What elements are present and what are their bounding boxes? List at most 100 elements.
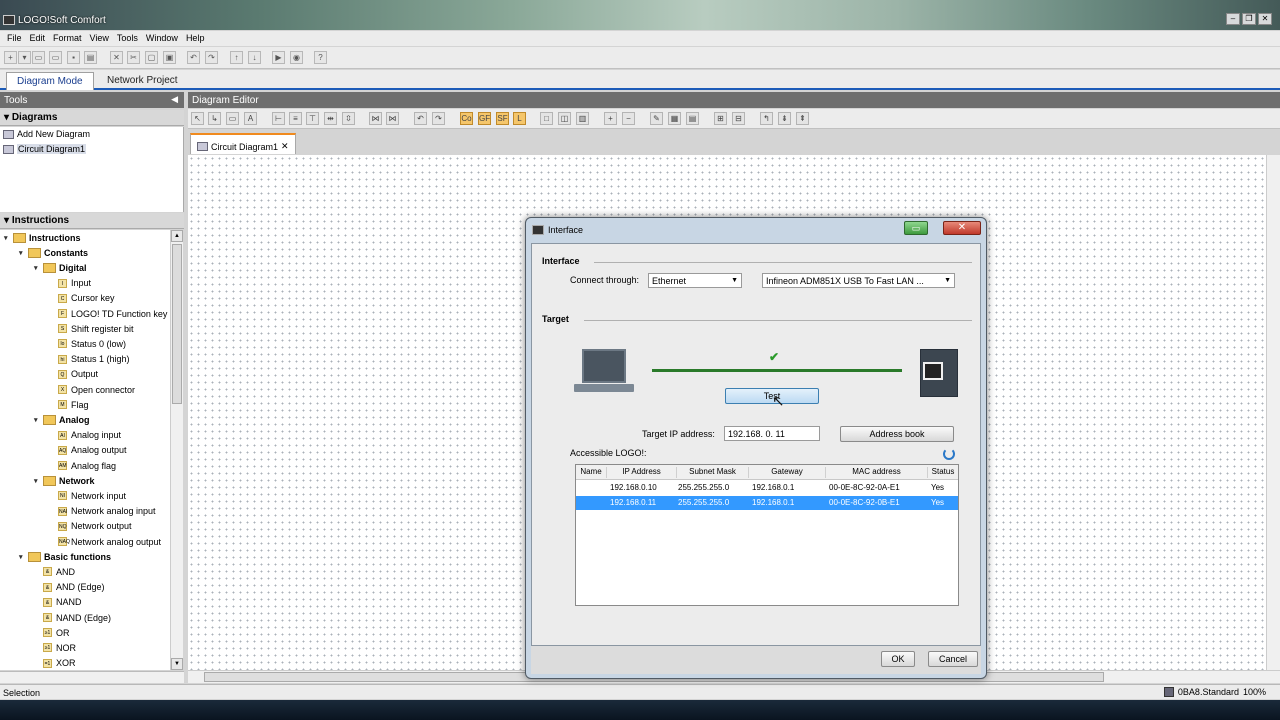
minimize-icon[interactable]: – xyxy=(1226,13,1240,25)
tree-folder[interactable]: ▾ Constants xyxy=(19,245,88,260)
print-icon[interactable]: ▤ xyxy=(84,51,97,64)
paste-icon[interactable]: ▣ xyxy=(163,51,176,64)
tree-item[interactable]: AI Analog input xyxy=(49,428,121,443)
transfer-logo-to-pc-icon[interactable]: ↓ xyxy=(248,51,261,64)
expand-toggle-icon[interactable]: ▾ xyxy=(34,416,43,424)
constants-tool-icon[interactable]: ▭ xyxy=(226,112,239,125)
page-split-icon[interactable]: ◫ xyxy=(558,112,571,125)
delete-icon[interactable]: ✕ xyxy=(110,51,123,64)
open-folder-icon[interactable]: ▭ xyxy=(49,51,62,64)
column-status[interactable]: Status xyxy=(928,467,958,478)
text-tool-icon[interactable]: A xyxy=(244,112,257,125)
menu-edit[interactable]: Edit xyxy=(26,31,50,46)
udf-icon[interactable]: L xyxy=(513,112,526,125)
align-center-icon[interactable]: ≡ xyxy=(289,112,302,125)
close-tab-icon[interactable]: ✕ xyxy=(281,141,289,152)
transfer-down-icon[interactable]: ⇟ xyxy=(778,112,791,125)
tree-folder[interactable]: ▾ Analog xyxy=(34,412,90,427)
cut-icon[interactable]: ✂ xyxy=(127,51,140,64)
network-adapter-select[interactable]: Infineon ADM851X USB To Fast LAN ... ▼ xyxy=(762,273,955,288)
address-book-button[interactable]: Address book xyxy=(840,426,954,442)
tab-network-project[interactable]: Network Project xyxy=(97,72,188,90)
scroll-down-icon[interactable]: ▼ xyxy=(171,658,183,670)
add-new-diagram-item[interactable]: Add New Diagram xyxy=(3,129,90,139)
split-icon[interactable]: ⋈ xyxy=(369,112,382,125)
tree-item[interactable]: NQ Network output xyxy=(49,519,132,534)
connect-through-select[interactable]: Ethernet ▼ xyxy=(648,273,742,288)
network-icon[interactable]: ⊞ xyxy=(714,112,727,125)
zoom-in-icon[interactable]: + xyxy=(604,112,617,125)
scroll-up-icon[interactable]: ▲ xyxy=(171,230,183,242)
column-mac-address[interactable]: MAC address xyxy=(826,467,928,478)
tree-item[interactable]: S Shift register bit xyxy=(49,321,134,336)
context-help-icon[interactable]: ? xyxy=(314,51,327,64)
list-icon[interactable]: ▤ xyxy=(686,112,699,125)
expand-toggle-icon[interactable]: ▾ xyxy=(19,249,28,257)
simulation-icon[interactable]: ▶ xyxy=(272,51,285,64)
transfer-pc-to-logo-icon[interactable]: ↑ xyxy=(230,51,243,64)
undo-icon[interactable]: ↶ xyxy=(414,112,427,125)
tree-item[interactable]: & NAND xyxy=(34,595,82,610)
instructions-header[interactable]: ▾ Instructions xyxy=(0,213,184,229)
gf-icon[interactable]: GF xyxy=(478,112,491,125)
menu-view[interactable]: View xyxy=(86,31,113,46)
distribute-v-icon[interactable]: ⇳ xyxy=(342,112,355,125)
online-monitor-icon[interactable]: ↰ xyxy=(760,112,773,125)
tree-item[interactable]: NAI Network analog input xyxy=(49,504,156,519)
column-ip-address[interactable]: IP Address xyxy=(607,467,677,478)
menu-file[interactable]: File xyxy=(3,31,26,46)
tree-item[interactable]: hi Status 1 (high) xyxy=(49,352,130,367)
new-dropdown-icon[interactable]: ▾ xyxy=(18,51,31,64)
tree-folder[interactable]: ▾ Digital xyxy=(34,260,87,275)
column-gateway[interactable]: Gateway xyxy=(749,467,826,478)
join-icon[interactable]: ⋈ xyxy=(386,112,399,125)
tree-item[interactable]: & NAND (Edge) xyxy=(34,610,111,625)
open-icon[interactable]: ▭ xyxy=(32,51,45,64)
expand-toggle-icon[interactable]: ▾ xyxy=(34,264,43,272)
collapse-icon[interactable]: ▾ xyxy=(4,112,12,123)
align-top-icon[interactable]: ⊤ xyxy=(306,112,319,125)
diagrams-header[interactable]: ▾ Diagrams xyxy=(0,110,184,126)
menu-help[interactable]: Help xyxy=(182,31,209,46)
tab-diagram-mode[interactable]: Diagram Mode xyxy=(6,72,94,90)
select-tool-icon[interactable]: ↖ xyxy=(191,112,204,125)
save-icon[interactable]: ▪ xyxy=(67,51,80,64)
align-left-icon[interactable]: ⊢ xyxy=(272,112,285,125)
expand-toggle-icon[interactable]: ▾ xyxy=(34,477,43,485)
tree-item[interactable]: ≥1 NOR xyxy=(34,640,76,655)
tree-item[interactable]: C Cursor key xyxy=(49,291,115,306)
target-ip-input[interactable]: 192.168. 0. 11 xyxy=(724,426,820,441)
copy-icon[interactable]: ▢ xyxy=(145,51,158,64)
tree-item[interactable]: AM Analog flag xyxy=(49,458,116,473)
table-row[interactable]: 192.168.0.10 255.255.255.0 192.168.0.1 0… xyxy=(576,481,958,495)
refresh-icon[interactable] xyxy=(943,448,955,460)
canvas-vertical-scrollbar[interactable] xyxy=(1266,155,1280,670)
collapse-left-icon[interactable]: ◀ xyxy=(171,94,178,105)
co-icon[interactable]: Co xyxy=(460,112,473,125)
tree-item[interactable]: Q Output xyxy=(49,367,98,382)
page-single-icon[interactable]: □ xyxy=(540,112,553,125)
column-name[interactable]: Name xyxy=(576,467,607,478)
tools-horizontal-scrollbar[interactable] xyxy=(0,671,184,683)
tab-circuit-diagram[interactable]: Circuit Diagram1 ✕ xyxy=(190,133,296,154)
circuit-diagram-item[interactable]: Circuit Diagram1 xyxy=(3,144,87,154)
tree-item[interactable]: I Input xyxy=(49,276,91,291)
tree-item[interactable]: NI Network input xyxy=(49,488,126,503)
page-triple-icon[interactable]: ▥ xyxy=(576,112,589,125)
network-settings-icon[interactable]: ⊟ xyxy=(732,112,745,125)
menu-window[interactable]: Window xyxy=(142,31,182,46)
tree-item[interactable]: M Flag xyxy=(49,397,89,412)
tree-folder[interactable]: ▾ Basic functions xyxy=(19,549,111,564)
tree-item[interactable]: F LOGO! TD Function key xyxy=(49,306,167,321)
new-icon[interactable]: + xyxy=(4,51,17,64)
close-icon[interactable]: ✕ xyxy=(1258,13,1272,25)
redo-icon[interactable]: ↷ xyxy=(432,112,445,125)
close-icon[interactable]: ✕ xyxy=(943,221,981,235)
tree-item[interactable]: lo Status 0 (low) xyxy=(49,336,126,351)
ok-button[interactable]: OK xyxy=(881,651,915,667)
highlight-icon[interactable]: ✎ xyxy=(650,112,663,125)
transfer-up-icon[interactable]: ⇞ xyxy=(796,112,809,125)
scroll-thumb[interactable] xyxy=(172,244,182,404)
connect-tool-icon[interactable]: ↳ xyxy=(208,112,221,125)
redo-icon[interactable]: ↷ xyxy=(205,51,218,64)
